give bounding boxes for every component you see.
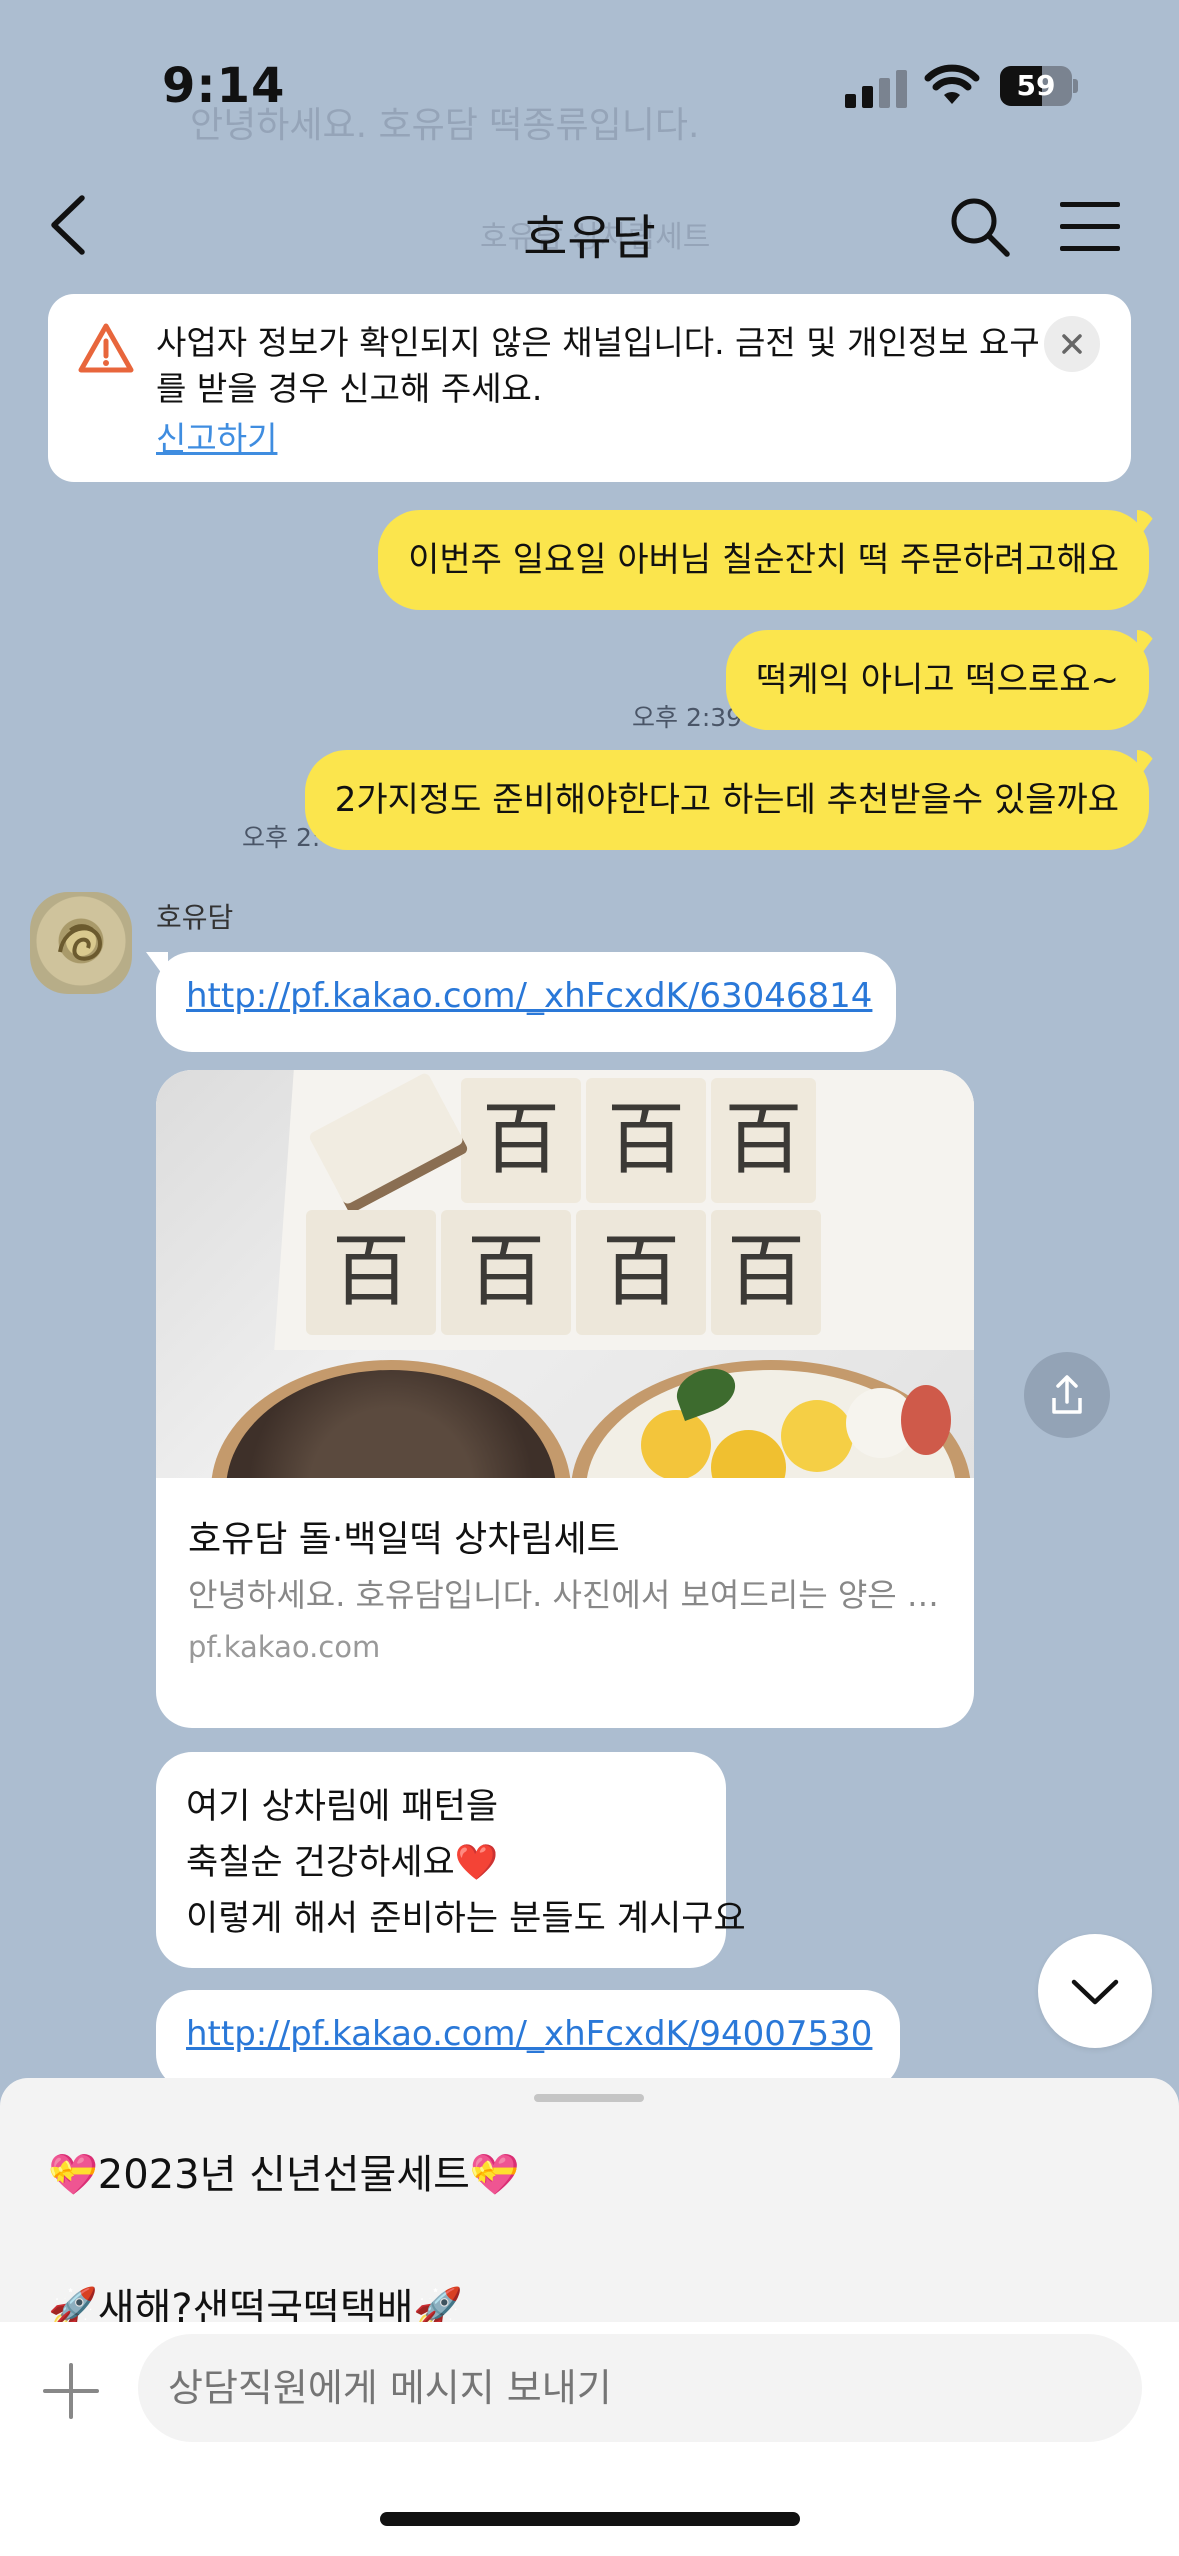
my-message-bubble[interactable]: 이번주 일요일 아버님 칠순잔치 떡 주문하려고해요 (378, 510, 1149, 610)
sheet-handle[interactable] (534, 2094, 644, 2102)
hamburger-menu-icon[interactable] (1060, 198, 1126, 254)
card-domain: pf.kakao.com (188, 1630, 381, 1664)
message-link[interactable]: http://pf.kakao.com/_xhFcxdK/94007530 (186, 2014, 872, 2054)
sender-avatar[interactable] (30, 892, 132, 994)
home-indicator[interactable] (380, 2512, 800, 2526)
my-message-bubble[interactable]: 2가지정도 준비해야한다고 하는데 추천받을수 있을까요 (304, 750, 1149, 850)
message-time: 오후 2:39 (632, 703, 743, 732)
link-message-bubble[interactable]: http://pf.kakao.com/_xhFcxdK/94007530 (156, 1990, 900, 2090)
share-icon (1052, 1375, 1082, 1414)
banner-text: 사업자 정보가 확인되지 않은 채널입니다. 금전 및 개인정보 요구를 받을 … (156, 323, 1040, 408)
rice-cake: 百 (306, 1210, 436, 1335)
rice-cake: 百 (461, 1078, 581, 1203)
unverified-channel-banner: 사업자 정보가 확인되지 않은 채널입니다. 금전 및 개인정보 요구를 받을 … (48, 294, 1131, 482)
pumpkin-rice-cake (641, 1410, 711, 1478)
report-link[interactable]: 신고하기 (156, 412, 277, 460)
link-message-bubble[interactable]: http://pf.kakao.com/_xhFcxdK/63046814 (156, 952, 896, 1052)
ghost-text: 안녕하세요. 호유담 떡종류입니다. (190, 105, 700, 146)
scroll-to-bottom-button[interactable] (1038, 1934, 1152, 2048)
card-description: 안녕하세요. 호유담입니다. 사진에서 보여드리는 양은 최소… (188, 1576, 948, 1614)
share-button[interactable] (1024, 1352, 1110, 1438)
quick-menu-item[interactable]: 💝2023년 신년선물세트💝 (48, 2142, 520, 2200)
message-text: 2가지정도 준비해야한다고 하는데 추천받을수 있을까요 (334, 780, 1119, 820)
logo-icon (58, 924, 103, 961)
sesame-rice-cake (226, 1370, 556, 1478)
card-title: 호유담 돌·백일떡 상차림세트 (188, 1519, 620, 1560)
rice-cake: 百 (711, 1210, 821, 1335)
link-preview-card[interactable]: 百 百 百 百 百 百 百 호유담 돌·백일떡 상차림세트 안녕하세요. 호유담… (156, 1070, 974, 1728)
text-message-bubble[interactable]: 여기 상차림에 패턴을 축칠순 건강하세요❤️ 이렇게 해서 준비하는 분들도 … (156, 1752, 746, 1968)
search-icon[interactable] (945, 192, 1015, 262)
wifi-icon (924, 64, 980, 104)
cellular-signal-icon (845, 70, 907, 108)
close-icon (1062, 334, 1082, 354)
message-text: 이렇게 해서 준비하는 분들도 계시구요 (186, 1899, 746, 1939)
message-text: 축칠순 건강하세요❤️ (186, 1843, 499, 1883)
rice-cake: 百 (586, 1078, 706, 1203)
plus-icon[interactable] (40, 2360, 102, 2422)
rice-cake: 百 (711, 1078, 816, 1203)
banner-close-button[interactable] (1044, 316, 1100, 372)
pumpkin-rice-cake (781, 1400, 853, 1472)
message-input[interactable] (138, 2334, 1142, 2442)
battery-level: 59 (1016, 69, 1056, 102)
message-text: 떡케익 아니고 떡으로요~ (756, 660, 1119, 700)
message-text: 여기 상차림에 패턴을 (186, 1787, 499, 1827)
message-link[interactable]: http://pf.kakao.com/_xhFcxdK/63046814 (186, 976, 872, 1016)
battery-icon: 59 (1000, 66, 1078, 106)
message-text: 이번주 일요일 아버님 칠순잔치 떡 주문하려고해요 (408, 540, 1119, 580)
my-message-bubble[interactable]: 떡케익 아니고 떡으로요~ (726, 630, 1149, 730)
red-rice-cake (901, 1385, 951, 1455)
sender-name: 호유담 (156, 901, 234, 934)
warning-icon (78, 323, 134, 373)
chevron-down-icon (1071, 1979, 1119, 2005)
rice-cake: 百 (576, 1210, 706, 1335)
rice-cake: 百 (441, 1210, 571, 1335)
preview-image: 百 百 百 百 百 百 百 (156, 1070, 974, 1478)
